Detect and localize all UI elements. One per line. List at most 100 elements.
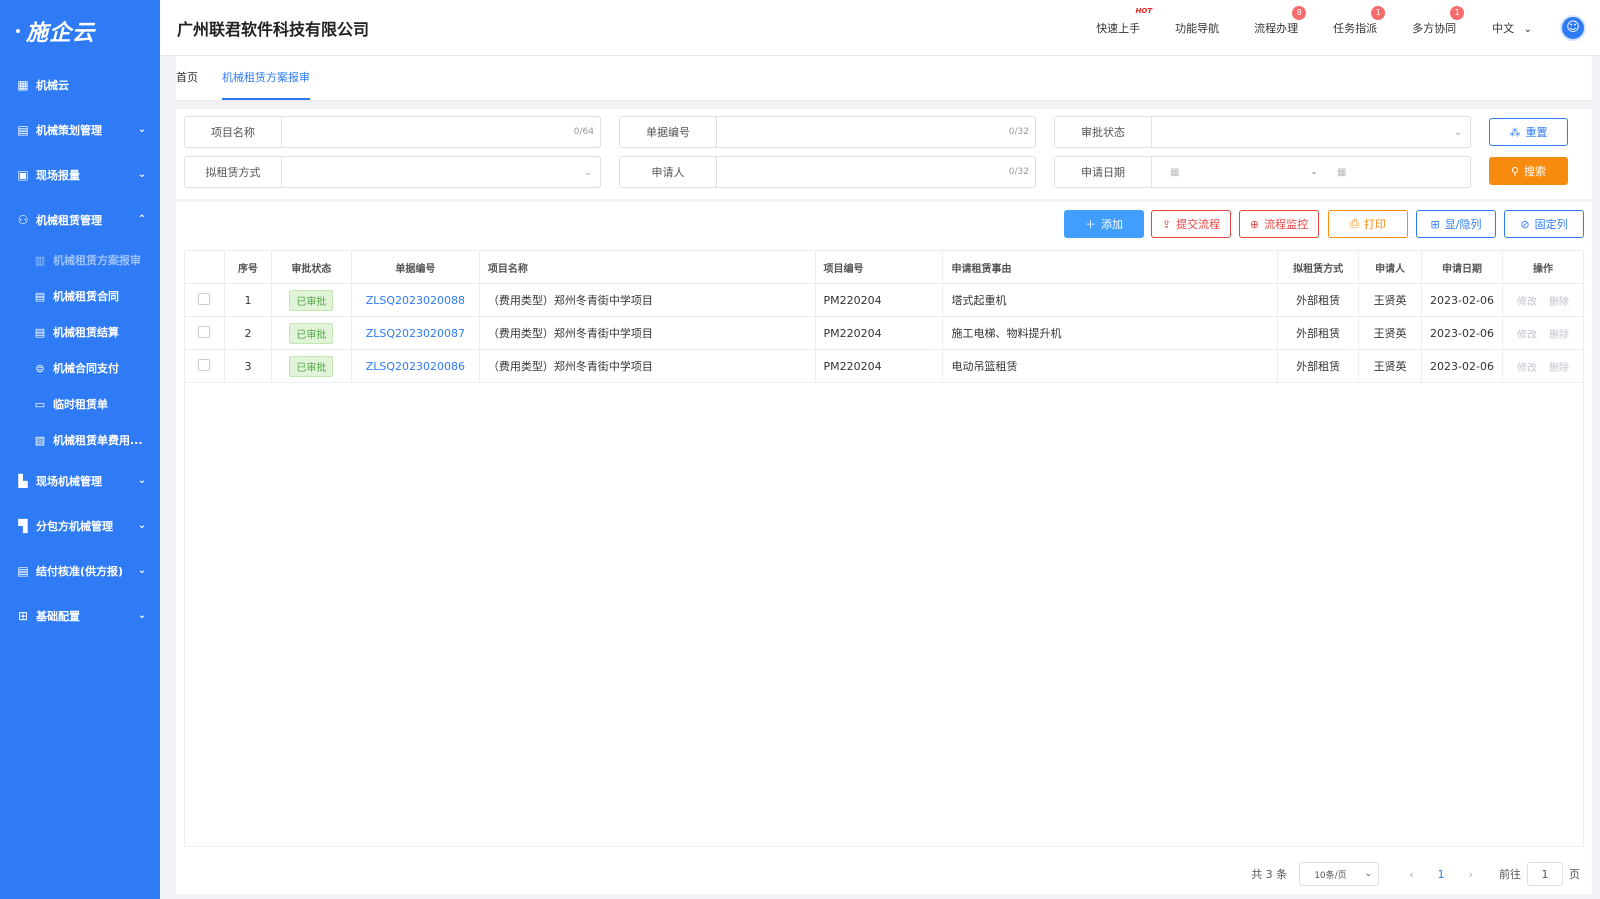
- sidebar-item-jixieyun[interactable]: ▦ 机械云: [0, 62, 160, 107]
- filter-panel: 项目名称 0/64 单据编号 0/32 审批状态 ⌄ 拟租赁方式 ⌄ 申请人 0…: [176, 109, 1592, 199]
- cell-code: PM220204: [814, 283, 944, 317]
- count-badge: 1: [1371, 5, 1386, 20]
- fee-icon: ▧: [34, 433, 46, 447]
- status-select[interactable]: ⌄: [1152, 117, 1470, 147]
- reset-button[interactable]: ⁂ 重置: [1489, 118, 1568, 146]
- task-assign-link[interactable]: 任务指派 1: [1333, 5, 1386, 36]
- sidebar-subitem-lease-settle[interactable]: ▤ 机械租赁结算: [0, 314, 160, 350]
- total-count: 共 3 条: [1251, 868, 1288, 881]
- next-page-icon[interactable]: ›: [1469, 868, 1473, 881]
- cell-doc: ZLSQ2023020086: [350, 349, 480, 383]
- row-checkbox-cell: [184, 316, 225, 350]
- goto-page-input[interactable]: 1: [1527, 862, 1563, 886]
- col-header-no: 序号: [223, 250, 272, 284]
- date-range-input[interactable]: ▦ - ▦: [1152, 157, 1470, 187]
- print-button[interactable]: ⎙ 打印: [1328, 210, 1408, 238]
- page-number[interactable]: 1: [1438, 868, 1445, 881]
- page-size-select[interactable]: 10条/页 ⌄: [1299, 862, 1380, 886]
- report-icon: ▣: [17, 167, 29, 182]
- quick-start-link[interactable]: 快速上手 HOT: [1096, 7, 1152, 36]
- project-name-input[interactable]: 0/64: [282, 117, 600, 147]
- fix-columns-button[interactable]: ⊘ 固定列: [1504, 210, 1584, 238]
- sidebar-item-subcontract[interactable]: ▜ 分包方机械管理 ⌄: [0, 503, 160, 548]
- sidebar-subitem-lease-plan[interactable]: ▥ 机械租赁方案报审: [0, 242, 160, 278]
- row-checkbox[interactable]: [198, 358, 211, 371]
- table-row: 1 已审批 ZLSQ2023020088 （费用类型）郑州冬青街中学项目 PM2…: [184, 283, 1585, 317]
- chevron-down-icon: ⌄: [1523, 23, 1532, 35]
- sidebar-item-plan[interactable]: ▤ 机械策划管理 ⌄: [0, 107, 160, 152]
- sidebar-subitem-label: 机械租赁合同: [53, 290, 119, 303]
- sidebar-item-label: 结付核准(供方报): [36, 564, 124, 578]
- table-row: 3 已审批 ZLSQ2023020086 （费用类型）郑州冬青街中学项目 PM2…: [184, 349, 1585, 383]
- sidebar-subitem-lease-fee[interactable]: ▧ 机械租赁单费用...: [0, 422, 160, 458]
- sidebar-subitem-temp-lease[interactable]: ▭ 临时租赁单: [0, 386, 160, 422]
- cell-actions: 修改 删除: [1501, 283, 1585, 317]
- submit-process-button[interactable]: ⇪ 提交流程: [1151, 210, 1231, 238]
- prev-page-icon[interactable]: ‹: [1409, 868, 1413, 881]
- upload-icon: ⇪: [1161, 217, 1172, 231]
- sidebar-item-label: 基础配置: [36, 609, 80, 623]
- cell-mode: 外部租赁: [1277, 316, 1360, 350]
- sidebar-subitem-lease-contract[interactable]: ▤ 机械租赁合同: [0, 278, 160, 314]
- doc-link[interactable]: ZLSQ2023020087: [366, 327, 465, 340]
- search-label: 搜索: [1524, 165, 1547, 178]
- doc-no-input[interactable]: 0/32: [717, 117, 1035, 147]
- hot-badge: HOT: [1135, 6, 1153, 15]
- sidebar-item-config[interactable]: ⊞ 基础配置 ⌄: [0, 593, 160, 638]
- lease-mode-select[interactable]: ⌄: [282, 157, 600, 187]
- sidebar-subitem-label: 机械合同支付: [53, 362, 119, 375]
- page-size-label: 10条/页: [1314, 870, 1347, 881]
- submit-label: 提交流程: [1176, 218, 1221, 231]
- col-header-code: 项目编号: [814, 250, 944, 284]
- applicant-input[interactable]: 0/32: [717, 157, 1035, 187]
- monitor-label: 流程监控: [1264, 218, 1309, 231]
- cell-status: 已审批: [270, 316, 352, 350]
- collab-link[interactable]: 多方协同 1: [1412, 5, 1465, 36]
- tab-lease-plan[interactable]: 机械租赁方案报审: [222, 55, 310, 100]
- toggle-columns-button[interactable]: ⊞ 显/隐列: [1416, 210, 1496, 238]
- delete-button[interactable]: 删除: [1549, 330, 1569, 341]
- search-button[interactable]: ⚲ 搜索: [1489, 157, 1568, 185]
- delete-button[interactable]: 删除: [1549, 363, 1569, 374]
- sidebar-item-site[interactable]: ▙ 现场机械管理 ⌄: [0, 458, 160, 503]
- field-label: 单据编号: [620, 117, 717, 147]
- temp-icon: ▭: [34, 397, 46, 411]
- avatar[interactable]: ☺: [1560, 14, 1586, 41]
- row-checkbox[interactable]: [198, 325, 211, 338]
- nav-label: 任务指派: [1333, 21, 1378, 35]
- sidebar-item-lease[interactable]: ⚇ 机械租赁管理 ⌃: [0, 197, 160, 242]
- function-nav-link[interactable]: 功能导航: [1175, 20, 1219, 36]
- col-header-date: 申请日期: [1421, 250, 1503, 284]
- page-unit-label: 页: [1569, 868, 1580, 881]
- sidebar-subitem-contract-pay[interactable]: ⊜ 机械合同支付: [0, 350, 160, 386]
- cell-mode: 外部租赁: [1277, 283, 1360, 317]
- doc-link[interactable]: ZLSQ2023020086: [366, 360, 465, 373]
- sidebar-item-report[interactable]: ▣ 现场报量 ⌄: [0, 152, 160, 197]
- edit-button[interactable]: 修改: [1517, 363, 1537, 374]
- sidebar-item-label: 分包方机械管理: [36, 519, 113, 533]
- chevron-down-icon: ⌄: [1453, 126, 1462, 138]
- chevron-down-icon: ⌄: [137, 565, 147, 576]
- process-monitor-button[interactable]: ⊕ 流程监控: [1239, 210, 1319, 238]
- logo[interactable]: 施企云: [0, 0, 160, 62]
- row-checkbox[interactable]: [198, 292, 211, 305]
- add-button[interactable]: ＋ 添加: [1064, 210, 1144, 238]
- status-badge: 已审批: [289, 289, 334, 311]
- edit-button[interactable]: 修改: [1517, 330, 1537, 341]
- grid-icon: ▦: [17, 77, 29, 92]
- process-link[interactable]: 流程办理 8: [1254, 5, 1307, 36]
- cell-reason: 电动吊篮租赁: [942, 349, 1279, 383]
- doc-link[interactable]: ZLSQ2023020088: [366, 294, 465, 307]
- cell-code: PM220204: [814, 349, 944, 383]
- edit-button[interactable]: 修改: [1517, 297, 1537, 308]
- cell-applicant: 王贤英: [1358, 283, 1423, 317]
- cell-mode: 外部租赁: [1277, 349, 1360, 383]
- sidebar-item-settle[interactable]: ▤ 结付核准(供方报) ⌄: [0, 548, 160, 593]
- language-select[interactable]: 中文 ⌄: [1492, 20, 1532, 36]
- tab-home[interactable]: 首页: [176, 55, 198, 100]
- columns-label: 显/隐列: [1444, 218, 1482, 231]
- cell-no: 2: [223, 316, 272, 350]
- top-header: 广州联君软件科技有限公司 快速上手 HOT 功能导航 流程办理 8 任务指派 1 多方…: [160, 0, 1600, 56]
- delete-button[interactable]: 删除: [1549, 297, 1569, 308]
- add-label: 添加: [1101, 218, 1123, 231]
